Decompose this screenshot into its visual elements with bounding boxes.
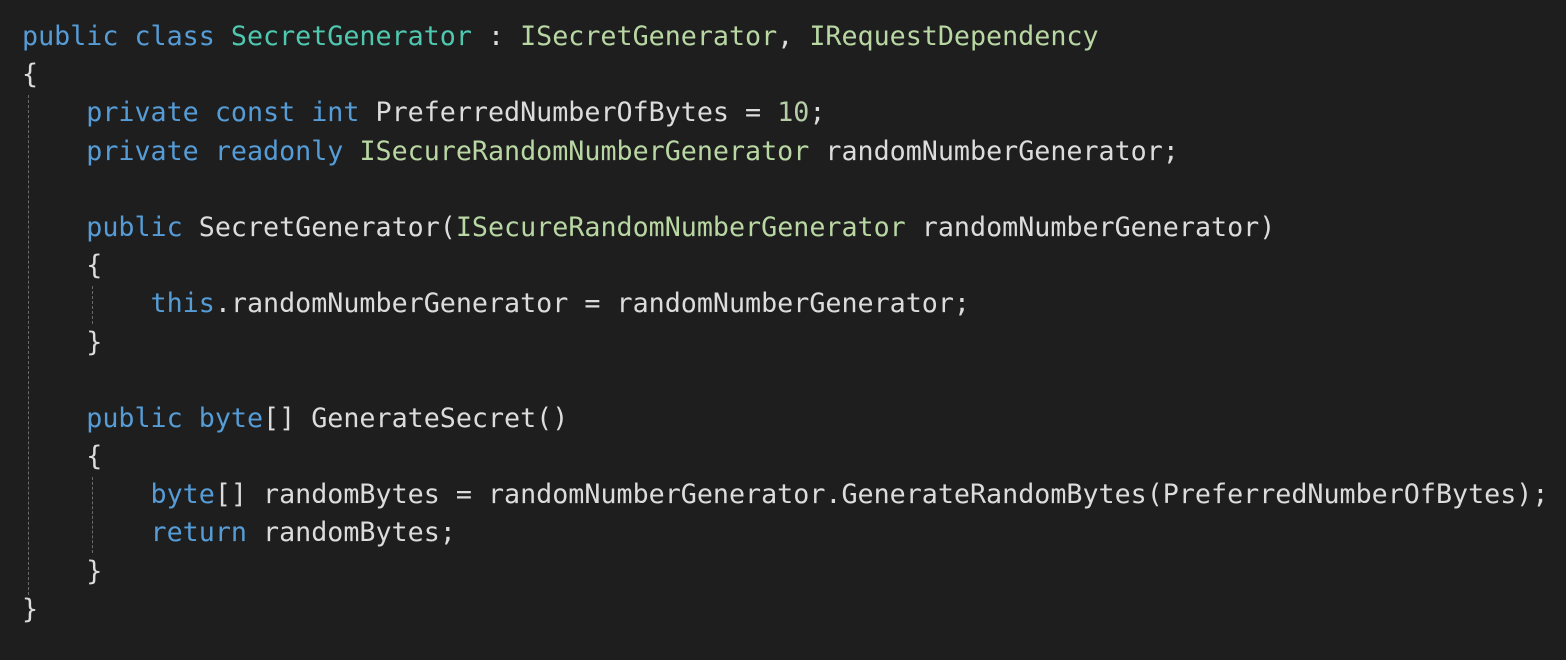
code-token: randomNumberGenerator; (809, 135, 1179, 167)
code-token: { (22, 441, 103, 473)
code-token: this (150, 288, 215, 320)
code-line: private readonly ISecureRandomNumberGene… (22, 133, 1548, 171)
code-line: public byte[] GenerateSecret() (22, 400, 1548, 438)
code-token: return (150, 517, 247, 549)
code-token: private const int (86, 97, 376, 129)
code-token: SecretGenerator (230, 21, 472, 52)
code-token: public byte (86, 402, 264, 434)
code-token: PreferredNumberOfBytes = (375, 97, 778, 129)
code-line: } (22, 324, 1548, 362)
code-line: private const int PreferredNumberOfBytes… (22, 94, 1548, 132)
indent-guide (92, 286, 93, 324)
code-line: public SecretGenerator(ISecureRandomNumb… (22, 209, 1548, 247)
code-token: { (22, 59, 39, 91)
code-token: ; (809, 97, 826, 129)
code-token: IRequestDependency (809, 21, 1099, 52)
code-token: private readonly (86, 135, 360, 167)
code-line: } (22, 591, 1548, 629)
code-token: ISecretGenerator (520, 21, 778, 52)
code-token: .randomNumberGenerator = randomNumberGen… (214, 288, 970, 320)
code-line: { (22, 56, 1548, 94)
code-token: randomBytes; (246, 517, 456, 549)
code-line: { (22, 438, 1548, 476)
code-token: [] GenerateSecret() (263, 402, 569, 434)
code-token: } (22, 593, 39, 625)
code-token: } (22, 326, 103, 358)
code-token: : (471, 21, 521, 52)
code-line: } (22, 553, 1548, 591)
code-token: ISecureRandomNumberGenerator (455, 211, 906, 243)
code-token: public class (22, 21, 231, 52)
code-token: 10 (777, 97, 810, 129)
code-line: byte[] randomBytes = randomNumberGenerat… (22, 476, 1549, 514)
code-line: this.randomNumberGenerator = randomNumbe… (22, 285, 1548, 323)
code-token: randomNumberGenerator) (905, 211, 1276, 243)
code-token: } (22, 555, 103, 587)
code-token: , (777, 21, 810, 52)
code-line: { (22, 247, 1548, 285)
code-token: ISecureRandomNumberGenerator (359, 135, 810, 167)
code-line: return randomBytes; (22, 514, 1548, 552)
code-token: [] randomBytes = randomNumberGenerator.G… (214, 479, 1549, 511)
code-editor[interactable]: public class SecretGenerator : ISecretGe… (22, 18, 1548, 629)
indent-guide (92, 477, 93, 553)
code-token: public (86, 211, 199, 243)
code-token: { (22, 250, 103, 282)
code-token: byte (150, 479, 215, 511)
code-token: SecretGenerator( (198, 211, 456, 243)
indent-guide (28, 95, 29, 595)
code-line: public class SecretGenerator : ISecretGe… (22, 18, 1548, 56)
